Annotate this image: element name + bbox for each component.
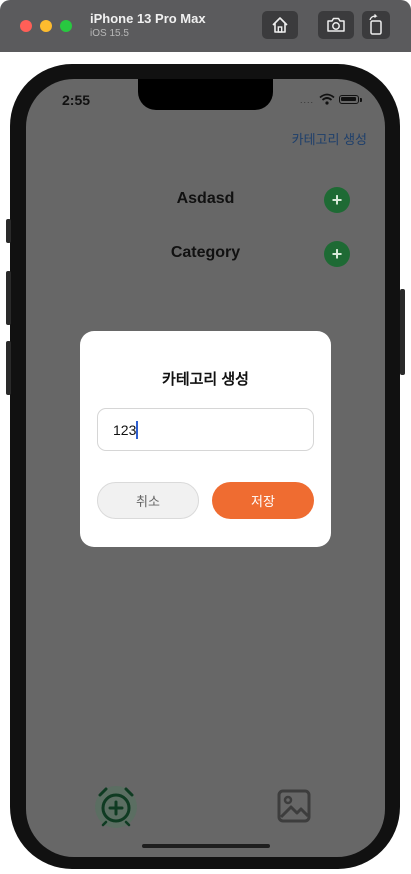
save-button[interactable]: 저장 — [212, 482, 314, 519]
signal-dots: .... — [300, 95, 315, 105]
plus-icon: + — [331, 190, 343, 210]
camera-icon — [327, 17, 345, 32]
dialog-title: 카테고리 생성 — [162, 371, 249, 388]
notch — [138, 79, 273, 110]
volume-up-button — [6, 271, 11, 325]
category-row: Asdasd + — [26, 185, 385, 215]
create-category-dialog: 카테고리 생성 취소 저장 — [80, 331, 331, 547]
home-indicator[interactable] — [142, 844, 270, 848]
mute-switch — [6, 219, 11, 243]
device-name: iPhone 13 Pro Max — [90, 11, 206, 26]
battery-icon — [339, 95, 359, 104]
status-time: 2:55 — [62, 92, 91, 108]
zoom-window-button[interactable] — [60, 20, 72, 32]
wifi-icon — [319, 93, 335, 105]
simulator-titlebar: iPhone 13 Pro Max iOS 15.5 — [0, 0, 411, 52]
power-button — [400, 289, 405, 375]
screenshot-button[interactable] — [318, 11, 354, 39]
cancel-button[interactable]: 취소 — [97, 482, 199, 519]
volume-down-button — [6, 341, 11, 395]
minimize-window-button[interactable] — [40, 20, 52, 32]
add-item-button[interactable]: + — [324, 241, 350, 267]
photo-icon[interactable] — [276, 788, 312, 824]
text-cursor — [136, 421, 138, 439]
rotate-icon — [369, 14, 382, 35]
close-window-button[interactable] — [20, 20, 32, 32]
alarm-add-icon[interactable] — [94, 785, 138, 829]
create-category-link[interactable]: 카테고리 생성 — [292, 129, 367, 148]
rotate-button[interactable] — [362, 11, 390, 39]
category-row: Category + — [26, 239, 385, 269]
home-button[interactable] — [262, 11, 298, 39]
os-version: iOS 15.5 — [90, 28, 129, 39]
plus-icon: + — [331, 244, 343, 264]
app-screen: 2:55 .... 카테고리 생성 Asdasd + Category + 카테… — [26, 79, 385, 857]
category-name-input[interactable] — [97, 408, 314, 451]
home-icon — [272, 17, 288, 33]
add-item-button[interactable]: + — [324, 187, 350, 213]
battery-cap — [360, 98, 362, 102]
